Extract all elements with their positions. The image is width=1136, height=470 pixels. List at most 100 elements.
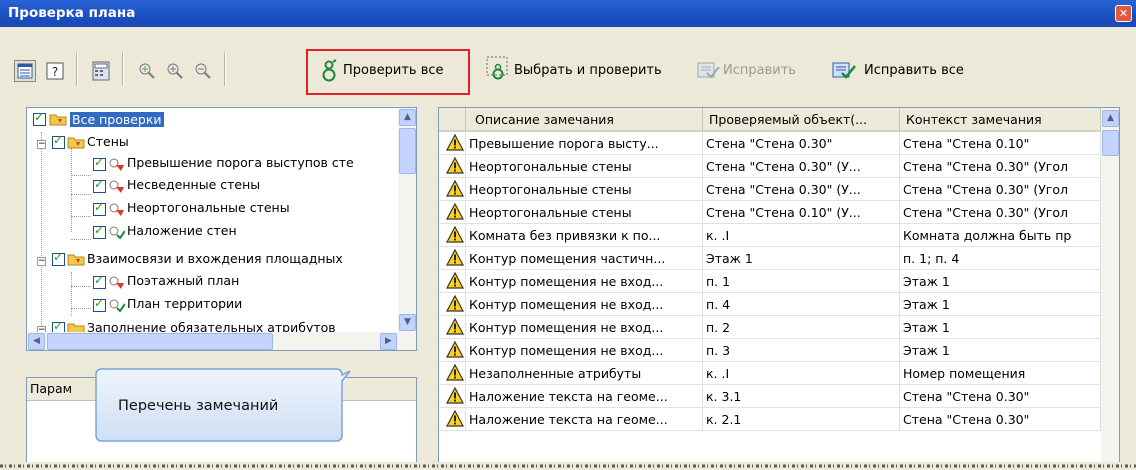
scroll-up-icon[interactable]: ▲ — [1102, 110, 1119, 127]
warning-cell — [439, 247, 466, 270]
scroll-thumb[interactable] — [1102, 130, 1119, 156]
cell-context: Стена "Стена 0.10" — [900, 132, 1101, 155]
table-row[interactable]: Наложение текста на геоме... к. 3.1 Стена … — [439, 385, 1101, 408]
cell-description: Неортогональные стены — [466, 201, 703, 224]
toolbar-separator — [224, 52, 226, 86]
scroll-right-icon[interactable]: ▶ — [380, 333, 397, 350]
tree-guide — [71, 308, 91, 309]
window-title: Проверка плана — [8, 5, 136, 21]
table-row[interactable]: Контур помещения не вход... п. 4 Этаж 1 — [439, 293, 1101, 316]
warning-cell — [439, 132, 466, 155]
cell-context: п. 1; п. 4 — [900, 247, 1101, 270]
fix-button[interactable]: Исправить — [723, 63, 796, 78]
tree-item[interactable]: Неортогональные стены — [127, 199, 290, 217]
table-row[interactable]: Контур помещения не вход... п. 3 Этаж 1 — [439, 339, 1101, 362]
close-icon[interactable]: ✕ — [1115, 5, 1132, 22]
params-header-label: Парам — [30, 381, 73, 396]
scroll-up-icon[interactable]: ▲ — [399, 109, 416, 126]
warning-icon — [446, 134, 464, 151]
table-row[interactable]: Неортогональные стены Стена "Стена 0.30" … — [439, 178, 1101, 201]
warning-cell — [439, 224, 466, 247]
table-row[interactable]: Наложение текста на геоме... к. 2.1 Стена … — [439, 408, 1101, 431]
table-vscrollbar[interactable] — [1101, 108, 1119, 469]
cell-object: к. .I — [703, 362, 900, 385]
cell-description: Комната без привязки к по... — [466, 224, 703, 247]
checkbox-wall-item[interactable] — [93, 223, 106, 239]
cell-object: п. 4 — [703, 293, 900, 316]
tree-guide — [41, 132, 42, 332]
check-rule-icon — [109, 299, 125, 313]
callout-text: Перечень замечаний — [118, 398, 279, 414]
column-header-icon[interactable] — [439, 108, 466, 132]
cell-context: Стена "Стена 0.30" (Угол — [900, 201, 1101, 224]
scroll-thumb[interactable] — [47, 333, 273, 350]
collapse-icon[interactable]: − — [37, 140, 46, 149]
checkbox-relations[interactable] — [52, 250, 65, 266]
help-icon[interactable]: ? — [44, 60, 66, 82]
checkbox-relation-item[interactable] — [93, 273, 106, 289]
scroll-thumb[interactable] — [399, 128, 416, 174]
fix-all-icon[interactable] — [832, 60, 856, 82]
tree-guide — [71, 272, 72, 316]
zoom-in-icon[interactable] — [164, 60, 186, 82]
checkbox-wall-item[interactable] — [93, 155, 106, 171]
warning-cell — [439, 385, 466, 408]
column-header-context[interactable]: Контекст замечания — [900, 108, 1101, 132]
cell-context: Этаж 1 — [900, 316, 1101, 339]
zoom-out-icon[interactable] — [192, 60, 214, 82]
warning-icon — [446, 203, 464, 220]
table-row[interactable]: Незаполненные атрибуты к. .I Номер помещен… — [439, 362, 1101, 385]
checkbox-walls[interactable] — [52, 133, 65, 149]
collapse-icon[interactable]: − — [37, 257, 46, 266]
warning-icon — [446, 295, 464, 312]
tree-node-walls[interactable]: Стены — [87, 133, 129, 151]
warning-icon — [446, 249, 464, 266]
table-row[interactable]: Контур помещения не вход... п. 1 Этаж 1 — [439, 270, 1101, 293]
table-row[interactable]: Комната без привязки к по... к. .I Комната… — [439, 224, 1101, 247]
tree-item[interactable]: Превышение порога выступов сте — [127, 154, 354, 172]
scroll-left-icon[interactable]: ◀ — [28, 333, 45, 350]
checkbox-all-checks[interactable] — [33, 110, 46, 126]
warning-cell — [439, 270, 466, 293]
cell-object: Стена "Стена 0.30" (У... — [703, 155, 900, 178]
fix-icon[interactable] — [697, 60, 720, 82]
column-header-object[interactable]: Проверяемый объект(... — [703, 108, 900, 132]
select-check-button[interactable]: Выбрать и проверить — [514, 63, 662, 78]
tree-item[interactable]: План территории — [127, 295, 242, 313]
tree-item[interactable]: Несведенные стены — [127, 176, 260, 194]
cell-object: к. 2.1 — [703, 408, 900, 431]
cell-object: Стена "Стена 0.10" (У... — [703, 201, 900, 224]
warning-icon — [446, 410, 464, 427]
table-row[interactable]: Неортогональные стены Стена "Стена 0.10" … — [439, 201, 1101, 224]
checkbox-relation-item[interactable] — [93, 296, 106, 312]
svg-text:?: ? — [52, 65, 58, 79]
check-all-icon[interactable] — [318, 59, 340, 82]
tree-item[interactable]: Поэтажный план — [127, 272, 239, 290]
tree-node-relations[interactable]: Взаимосвязи и вхождения площадных — [87, 250, 343, 268]
tree-root-label[interactable]: Все проверки — [70, 112, 164, 127]
list-view-icon[interactable] — [14, 60, 36, 82]
checkbox-wall-item[interactable] — [93, 200, 106, 216]
calculator-icon[interactable] — [90, 60, 112, 82]
table-row[interactable]: Превышение порога высту... Стена "Стена 0… — [439, 132, 1101, 155]
select-check-icon[interactable] — [486, 56, 508, 80]
tree-item[interactable]: Наложение стен — [127, 222, 237, 240]
toolbar-separator — [76, 52, 78, 86]
fix-all-button[interactable]: Исправить все — [864, 63, 964, 78]
warning-icon — [446, 387, 464, 404]
column-header-description[interactable]: Описание замечания — [466, 108, 703, 132]
table-row[interactable]: Неортогональные стены Стена "Стена 0.30" … — [439, 155, 1101, 178]
checkbox-wall-item[interactable] — [93, 177, 106, 193]
table-row[interactable]: Контур помещения частичн... Этаж 1 п. 1; п… — [439, 247, 1101, 270]
cell-description: Наложение текста на геоме... — [466, 385, 703, 408]
checks-tree[interactable]: Все проверки − Стены Превышение порога в… — [26, 107, 417, 351]
zoom-fit-icon[interactable] — [136, 60, 158, 82]
check-all-button[interactable]: Проверить все — [343, 63, 444, 78]
cell-object: Этаж 1 — [703, 247, 900, 270]
cell-description: Наложение текста на геоме... — [466, 408, 703, 431]
scroll-down-icon[interactable]: ▼ — [399, 314, 416, 331]
table-row[interactable]: Контур помещения не вход... п. 2 Этаж 1 — [439, 316, 1101, 339]
folder-icon — [67, 254, 85, 266]
issues-table[interactable]: Описание замечания Проверяемый объект(..… — [438, 107, 1120, 470]
table-body: Превышение порога высту... Стена "Стена 0… — [439, 132, 1101, 469]
